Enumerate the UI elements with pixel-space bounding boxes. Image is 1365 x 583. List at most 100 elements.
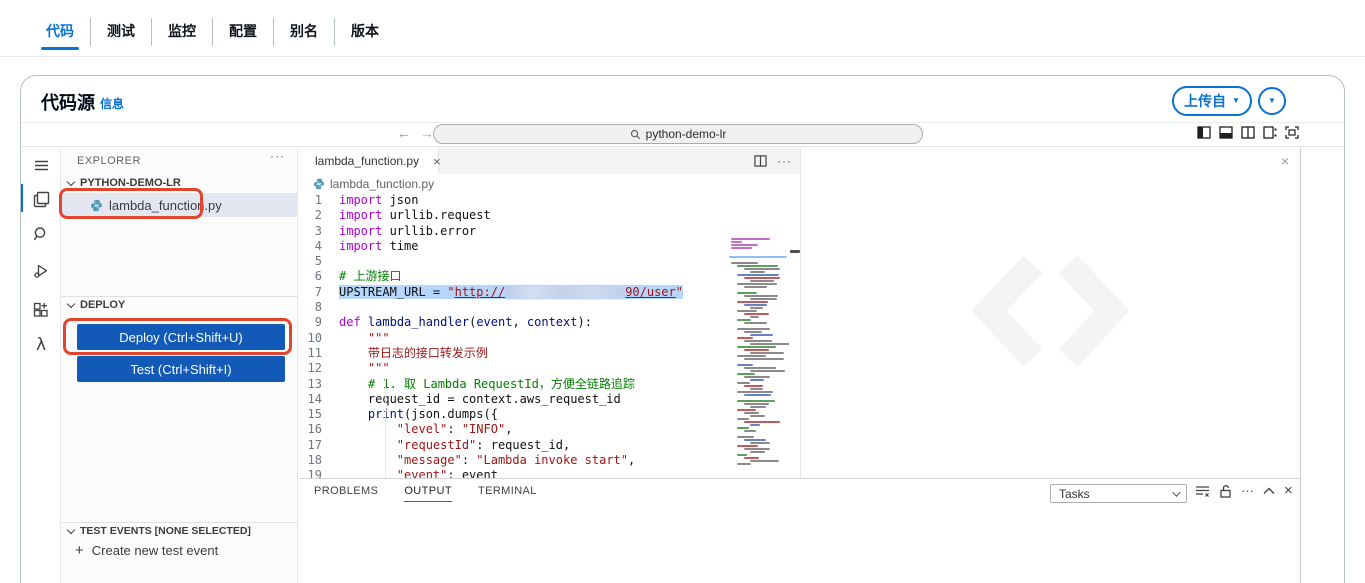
python-file-icon [91,199,102,211]
section-divider [62,522,298,523]
line-number: 6 [314,269,322,284]
code-editor[interactable]: 1 import json 2 import urllib.request 3 impor… [299,193,800,478]
python-file-icon [313,178,325,189]
function-tab[interactable]: 配置 [212,18,273,46]
plus-icon: + [75,542,84,559]
line-number: 1 [314,193,322,207]
maximize-panel-icon[interactable] [1263,487,1275,495]
function-tab[interactable]: 监控 [151,18,212,46]
project-tree-item[interactable]: PYTHON-DEMO-LR [62,177,298,189]
info-link[interactable]: 信息 [100,95,124,112]
deploy-button[interactable]: Deploy (Ctrl+Shift+U) [77,324,285,350]
upload-from-button[interactable]: 上传自 ▼ [1172,86,1252,116]
code-line: 15 print(json.dumps({ [299,407,800,422]
explorer-icon[interactable] [21,184,61,214]
line-number: 15 [307,407,322,422]
bottom-panel: PROBLEMS OUTPUT TERMINAL Tasks ··· × [299,478,1301,583]
deploy-section-label: DEPLOY [80,299,126,311]
code-line: 8 [299,300,800,315]
split-editor-icon[interactable] [1241,126,1255,139]
split-editor-icon[interactable] [754,155,767,167]
upload-from-label: 上传自 [1184,93,1227,109]
panel-controls: ··· × [1195,483,1293,498]
editor-scrollbar[interactable] [790,238,800,478]
tab-close-icon[interactable]: × [433,154,441,169]
pane-close-icon[interactable]: × [1281,153,1289,169]
code-line: 19 "event": event [299,468,800,478]
line-number: 8 [314,300,322,315]
editor-tab-lambda-function[interactable]: lambda_function.py × [299,148,441,174]
editor-tab-label: lambda_function.py [315,154,420,168]
search-value: python-demo-lr [645,127,727,141]
actions-menu-button[interactable]: ▼ [1258,87,1286,115]
chevron-down-icon [1172,487,1181,497]
line-number: 7 [314,284,322,299]
line-number: 3 [314,223,322,238]
breadcrumb[interactable]: lambda_function.py [299,174,800,193]
create-test-event-button[interactable]: + Create new test event [75,542,218,559]
code-line: 16 "level": "INFO", [299,422,800,437]
code-line: 3 import urllib.error [299,224,800,239]
test-button[interactable]: Test (Ctrl+Shift+I) [77,356,285,382]
editor-tabbar: lambda_function.py × ··· [299,148,800,174]
minimap-selection-marker [729,256,787,258]
scrollbar-thumb[interactable] [790,250,800,253]
function-tab[interactable]: 代码 [30,18,90,50]
function-tab[interactable]: 测试 [90,18,151,46]
chevron-down-icon [66,525,76,534]
menu-hamburger-icon[interactable] [21,150,61,180]
explorer-header: EXPLORER [77,155,141,167]
line-number: 4 [314,238,322,253]
unlock-icon[interactable] [1219,484,1232,498]
panel-tab[interactable]: TERMINAL [478,485,537,502]
file-item-lambda-function[interactable]: lambda_function.py [62,193,298,217]
function-tab[interactable]: 别名 [273,18,334,46]
line-number: 14 [307,391,322,406]
code-line: 12 """ [299,361,800,376]
code-line: 9 def lambda_handler(event, context): [299,315,800,330]
forward-arrow-icon[interactable]: → [420,125,434,141]
panel-more-icon[interactable]: ··· [1241,484,1254,497]
file-name-label: lambda_function.py [109,197,222,213]
customize-layout-icon[interactable] [1263,126,1277,139]
tasks-dropdown[interactable]: Tasks [1050,484,1187,503]
page-title: 代码源 [41,93,95,113]
editor-more-icon[interactable]: ··· [777,154,792,168]
workbench: λ EXPLORER ··· PYTHON-DEMO-LR lambda_fun… [21,148,1344,583]
toggle-panel-icon[interactable] [1219,126,1233,139]
redacted-url-segment [506,285,625,299]
search-input[interactable]: python-demo-lr [433,124,923,144]
code-line: 14 request_id = context.aws_request_id [299,392,800,407]
code-lines: 1 import json 2 import urllib.request 3 impor… [299,193,800,478]
extensions-icon[interactable] [21,295,61,325]
line-number: 11 [307,345,322,360]
toggle-sidebar-icon[interactable] [1197,126,1211,139]
explorer-more-icon[interactable]: ··· [270,149,285,163]
panel-tab[interactable]: OUTPUT [404,485,452,502]
minimap[interactable] [729,238,789,470]
code-line: 10 """ [299,331,800,346]
code-line: 17 "requestId": request_id, [299,438,800,453]
code-brackets-watermark [973,256,1128,366]
line-number: 17 [307,437,322,452]
editor-group: lambda_function.py × ··· lambda_function… [299,148,801,478]
run-debug-icon[interactable] [21,256,61,286]
close-panel-icon[interactable]: × [1284,483,1293,498]
panel-tabs: PROBLEMS OUTPUT TERMINAL [314,485,537,502]
maximize-icon[interactable] [1285,126,1299,139]
card-header: 代码源 信息 上传自 ▼ ▼ [21,76,1344,123]
empty-editor-pane: × [801,148,1301,478]
panel-tab[interactable]: PROBLEMS [314,485,378,502]
search-view-icon[interactable] [21,219,61,249]
aws-lambda-icon[interactable]: λ [21,330,61,360]
test-events-section-header[interactable]: TEST EVENTS [NONE SELECTED] [62,525,298,537]
line-number: 19 [307,468,322,478]
code-line: 13 # 1. 取 Lambda RequestId，方便全链路追踪 [299,377,800,392]
back-arrow-icon[interactable]: ← [397,125,411,141]
editor-nav-row: ← → python-demo-lr [21,123,1344,147]
breadcrumb-label: lambda_function.py [330,176,435,191]
clear-output-icon[interactable] [1195,484,1210,498]
deploy-section-header[interactable]: DEPLOY [62,299,298,311]
function-tab[interactable]: 版本 [334,18,395,46]
test-events-label: TEST EVENTS [NONE SELECTED] [80,525,251,537]
